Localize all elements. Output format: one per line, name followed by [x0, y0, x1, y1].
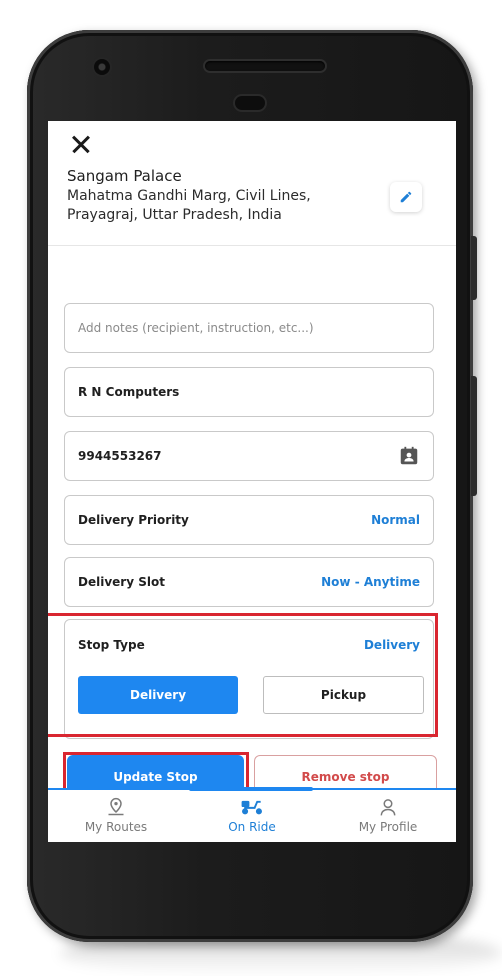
delivery-priority-label: Delivery Priority: [78, 513, 189, 527]
nav-item-my-routes[interactable]: My Routes: [48, 790, 184, 840]
phone-value: 9944553267: [78, 449, 162, 463]
bottom-navigation-bar: My Routes On Ride My Profile: [48, 787, 456, 842]
stop-type-label: Stop Type: [78, 638, 145, 652]
contact-name-field[interactable]: R N Computers: [64, 367, 434, 417]
header-divider: [48, 245, 456, 246]
nav-item-my-profile[interactable]: My Profile: [320, 790, 456, 840]
stop-type-value: Delivery: [363, 638, 420, 652]
pencil-icon: [400, 191, 412, 203]
notes-placeholder: Add notes (recipient, instruction, etc..…: [78, 321, 314, 335]
contact-book-icon[interactable]: [398, 445, 420, 467]
profile-icon: [380, 798, 396, 815]
scooter-icon: [241, 800, 262, 814]
delivery-priority-value: Normal: [371, 513, 420, 527]
nav-label-on-ride: On Ride: [228, 819, 276, 834]
front-camera: [94, 59, 110, 75]
volume-button: [471, 236, 477, 300]
edit-address-button[interactable]: [390, 182, 422, 212]
power-button: [471, 376, 477, 496]
nav-label-my-profile: My Profile: [358, 819, 418, 834]
proximity-sensor: [235, 96, 265, 110]
nav-item-on-ride[interactable]: On Ride: [184, 790, 320, 840]
phone-field[interactable]: 9944553267: [64, 431, 434, 481]
delivery-slot-field[interactable]: Delivery Slot Now - Anytime: [64, 557, 434, 607]
notes-field[interactable]: Add notes (recipient, instruction, etc..…: [64, 303, 434, 353]
place-address: Mahatma Gandhi Marg, Civil Lines, Prayag…: [67, 188, 311, 223]
app-screen: Sangam Palace Mahatma Gandhi Marg, Civil…: [48, 121, 456, 841]
place-name: Sangam Palace: [67, 167, 182, 185]
nav-label-my-routes: My Routes: [84, 819, 148, 834]
contact-name-value: R N Computers: [78, 385, 180, 399]
stop-type-section: Stop Type Delivery Delivery Pickup: [64, 619, 434, 739]
stop-type-pickup-button[interactable]: Pickup: [263, 676, 424, 714]
close-icon[interactable]: [68, 132, 94, 158]
delivery-slot-label: Delivery Slot: [78, 575, 165, 589]
delivery-priority-field[interactable]: Delivery Priority Normal: [64, 495, 434, 545]
stop-type-delivery-button[interactable]: Delivery: [78, 676, 238, 714]
delivery-slot-value: Now - Anytime: [321, 575, 420, 589]
route-pin-icon: [108, 797, 124, 815]
earpiece-speaker: [205, 61, 325, 71]
